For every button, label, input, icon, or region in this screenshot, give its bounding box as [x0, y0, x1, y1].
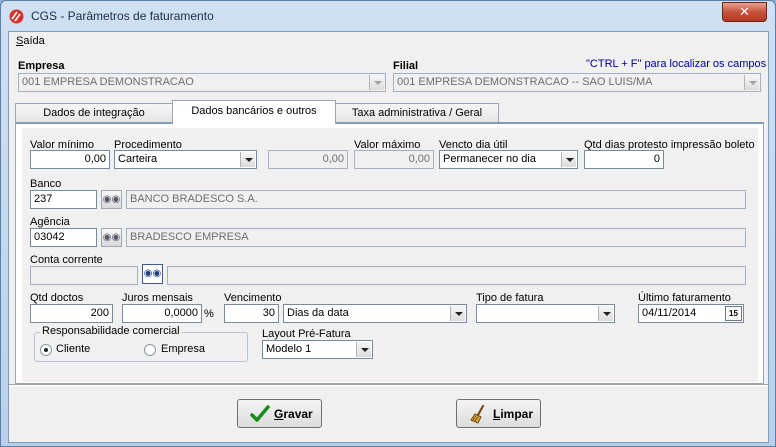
vencimento-mode-select[interactable]: Dias da data: [283, 304, 467, 323]
radio-empresa[interactable]: [144, 344, 156, 356]
qtd-dias-protesto-input[interactable]: 0: [584, 150, 664, 169]
tab-taxa-administrativa[interactable]: Taxa administrativa / Geral: [335, 103, 499, 123]
chevron-down-icon: [744, 75, 759, 90]
gravar-button[interactable]: Gravar: [237, 399, 322, 428]
title-bar: CGS - Parâmetros de faturamento ✕: [1, 1, 775, 31]
menu-bar: Saída: [9, 32, 768, 50]
radio-empresa-label: Empresa: [161, 343, 206, 355]
valor-maximo-input[interactable]: 0,00: [354, 150, 434, 169]
tipo-fatura-label: Tipo de fatura: [476, 292, 544, 304]
filial-label: Filial: [393, 60, 419, 72]
agencia-name-display: BRADESCO EMPRESA: [126, 228, 746, 247]
banco-name-display: BANCO BRADESCO S.A.: [126, 190, 746, 209]
vencto-dia-util-select[interactable]: Permanecer no dia: [439, 150, 578, 169]
vencimento-label: Vencimento: [224, 292, 282, 304]
chevron-down-icon: [561, 152, 576, 167]
juros-mensais-label: Juros mensais: [122, 292, 193, 304]
chevron-down-icon: [240, 152, 255, 167]
ultimo-faturamento-input[interactable]: 04/11/2014 15: [638, 304, 744, 323]
banco-code-input[interactable]: 237: [30, 190, 97, 209]
qtd-doctos-input[interactable]: 200: [30, 304, 113, 323]
empresa-select[interactable]: 001 EMPRESA DEMONSTRACAO: [18, 73, 386, 92]
responsabilidade-label: Responsabilidade comercial: [40, 325, 182, 337]
app-logo-icon: [9, 9, 24, 24]
layout-pre-fatura-select[interactable]: Modelo 1: [262, 340, 373, 359]
vencimento-days-input[interactable]: 30: [224, 304, 279, 323]
binoculars-icon[interactable]: ◉◉: [142, 264, 163, 284]
window-title: CGS - Parâmetros de faturamento: [31, 9, 214, 23]
tab-strip: Dados de integração Dados bancários e ou…: [15, 100, 765, 124]
juros-mensais-input[interactable]: 0,0000: [122, 304, 202, 323]
banco-label: Banco: [30, 178, 62, 190]
percent-unit: %: [204, 308, 214, 320]
binoculars-icon[interactable]: ◉◉: [101, 190, 122, 209]
chevron-down-icon: [356, 342, 371, 357]
ultimo-faturamento-label: Último faturamento: [638, 292, 731, 304]
layout-pre-fatura-label: Layout Pré-Fatura: [262, 328, 351, 340]
search-hint: "CTRL + F" para localizar os campos: [586, 58, 767, 70]
conta-corrente-code-input[interactable]: [30, 266, 138, 285]
menu-item-saida[interactable]: Saída: [16, 35, 45, 47]
tab-dados-integracao[interactable]: Dados de integração: [15, 103, 173, 123]
close-button[interactable]: ✕: [722, 2, 767, 22]
agencia-code-input[interactable]: 03042: [30, 228, 97, 247]
conta-corrente-label: Conta corrente: [30, 254, 103, 266]
calendar-icon[interactable]: 15: [725, 306, 742, 321]
filial-select[interactable]: 001 EMPRESA DEMONSTRACAO -- SAO LUIS/MA: [393, 73, 761, 92]
radio-cliente[interactable]: [40, 344, 52, 356]
procedimento-valor-input[interactable]: 0,00: [268, 150, 348, 169]
conta-corrente-name-display: [167, 266, 746, 285]
checkmark-icon: [250, 405, 270, 422]
app-window: CGS - Parâmetros de faturamento ✕ Saída …: [0, 0, 776, 447]
radio-cliente-label: Cliente: [56, 343, 91, 355]
chevron-down-icon: [598, 306, 613, 321]
form-area: Valor mínimo 0,00 Procedimento Carteira …: [22, 128, 758, 382]
tipo-fatura-select[interactable]: [476, 304, 615, 323]
tab-dados-bancarios[interactable]: Dados bancários e outros: [172, 100, 336, 124]
qtd-doctos-label: Qtd doctos: [30, 292, 84, 304]
agencia-label: Agência: [30, 216, 70, 228]
procedimento-select[interactable]: Carteira: [114, 150, 257, 169]
client-area: Saída Empresa 001 EMPRESA DEMONSTRACAO F…: [8, 31, 769, 443]
empresa-label: Empresa: [18, 60, 65, 72]
limpar-button[interactable]: Limpar: [456, 399, 541, 428]
binoculars-icon[interactable]: ◉◉: [101, 228, 122, 247]
tab-panel: Valor mínimo 0,00 Procedimento Carteira …: [15, 122, 764, 384]
valor-minimo-input[interactable]: 0,00: [30, 150, 110, 169]
chevron-down-icon: [450, 306, 465, 321]
divider: [9, 384, 768, 386]
broom-icon: [470, 404, 485, 424]
chevron-down-icon: [369, 75, 384, 90]
